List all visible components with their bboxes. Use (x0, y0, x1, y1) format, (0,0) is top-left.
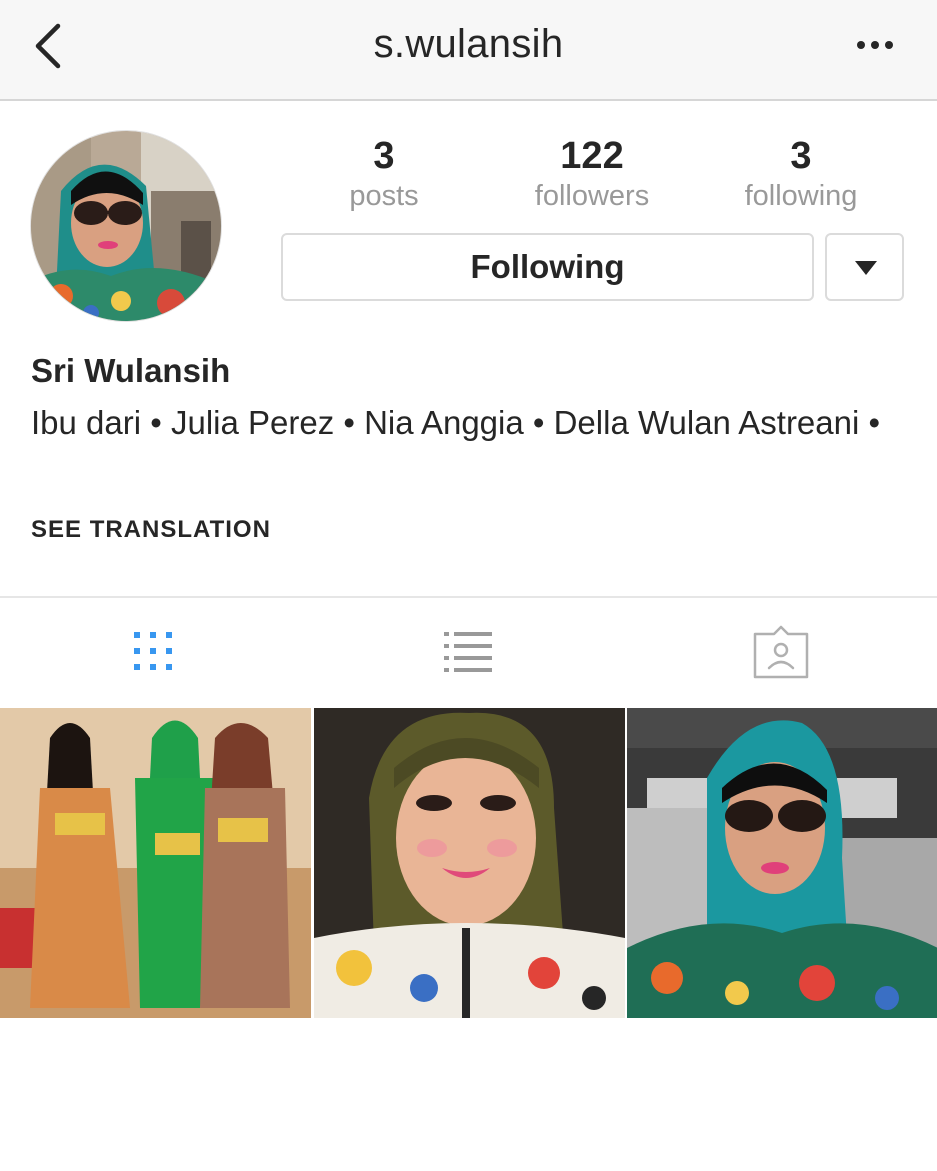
see-translation-link[interactable]: SEE TRANSLATION (31, 516, 271, 544)
post-photo (314, 708, 625, 1018)
followers-count[interactable]: 122 followers (492, 134, 692, 214)
grid-icon (134, 632, 172, 670)
profile-full-name: Sri Wulansih (31, 352, 231, 389)
back-button[interactable] (28, 20, 72, 76)
list-icon (444, 632, 492, 672)
avatar-photo (31, 131, 221, 321)
post-thumbnail[interactable] (627, 708, 937, 1018)
tab-tagged-photos[interactable] (736, 620, 826, 690)
post-thumbnail[interactable] (314, 708, 625, 1018)
profile-bio: Ibu dari • Julia Perez • Nia Anggia • De… (31, 404, 881, 441)
post-photo (0, 708, 311, 1018)
following-count[interactable]: 3 following (701, 134, 901, 214)
section-divider (0, 596, 937, 598)
following-button[interactable]: Following (281, 233, 814, 301)
following-count-number: 3 (790, 135, 812, 177)
more-options-button[interactable] (855, 28, 899, 62)
tab-grid-view[interactable] (110, 620, 200, 690)
posts-count: 3 posts (284, 134, 484, 214)
tab-list-view[interactable] (423, 620, 513, 690)
following-count-label: following (744, 180, 858, 212)
profile-avatar[interactable] (30, 130, 222, 322)
suggestions-dropdown-button[interactable] (825, 233, 904, 301)
followers-count-label: followers (534, 180, 650, 212)
chevron-left-icon (35, 23, 61, 69)
posts-count-label: posts (349, 180, 419, 212)
tagged-person-icon (753, 625, 809, 679)
followers-count-number: 122 (560, 135, 624, 177)
posts-count-number: 3 (373, 135, 395, 177)
post-thumbnail[interactable] (0, 708, 311, 1018)
more-horizontal-icon (857, 41, 893, 49)
post-photo (627, 708, 937, 1018)
caret-down-icon (855, 261, 877, 275)
profile-username-title: s.wulansih (373, 22, 564, 66)
top-navigation-bar: s.wulansih (0, 0, 937, 101)
